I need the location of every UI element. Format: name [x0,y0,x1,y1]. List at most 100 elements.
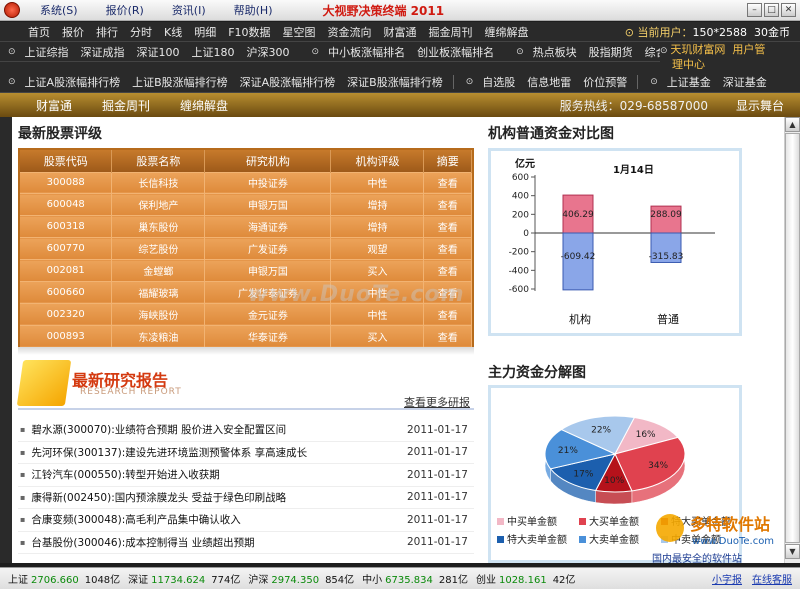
menu-help[interactable]: 帮助(H) [234,2,273,18]
nav-info-mine[interactable]: 信息地雷 [527,74,571,90]
list-item[interactable]: ▪ 合康变频(300048):高毛利产品集中确认收入 2011-01-17 [18,509,474,532]
scroll-up-icon[interactable]: ▲ [785,117,800,132]
legend-label: 特大卖单金额 [507,533,567,546]
link-user-center[interactable]: 用户管 [732,43,765,56]
stock-code[interactable]: 600660 [20,280,113,304]
nav-price-alert[interactable]: 价位预警 [583,74,627,90]
report-title[interactable]: 先河环保(300137):建设先进环境监测预警体系 享高速成长 [31,445,398,460]
tab-juejin[interactable]: 掘金周刊 [102,97,150,114]
stock-code[interactable]: 002320 [20,302,113,326]
bars: 406.29 -609.42 288.09 -315.83 [561,194,683,291]
report-title[interactable]: 碧水源(300070):业绩符合预期 股价进入安全配置区间 [31,422,398,437]
nav-hot-sectors[interactable]: 热点板块 [533,44,577,60]
nav-sh-fund[interactable]: 上证基金 [667,74,711,90]
table-row: 000893 东凌粮油 华泰证券 买入 查看 [20,324,472,348]
col-header-name: 股票名称 [111,150,206,172]
stock-name[interactable]: 金螳螂 [111,259,206,282]
nav-f10[interactable]: F10数据 [228,24,270,40]
view-link[interactable]: 查看 [423,324,472,348]
report-title[interactable]: 江铃汽车(000550):转型开始进入收获期 [31,467,398,482]
menu-bar: 系统(S) 报价(R) 资讯(I) 帮助(H) 大视野决策终端 2011 – □… [0,0,800,21]
radio-dot-icon: ⊙ [8,46,16,57]
stock-name[interactable]: 巢东股份 [111,215,206,238]
menu-system[interactable]: 系统(S) [40,2,78,18]
nav-shb-rank[interactable]: 上证B股涨幅排行榜 [132,74,228,90]
nav-sz-fund[interactable]: 深证基金 [723,74,767,90]
nav-caifutong[interactable]: 财富通 [384,24,417,40]
list-item[interactable]: ▪ 康得新(002450):国内预涂膜龙头 受益于绿色印刷战略 2011-01-17 [18,487,474,509]
view-link[interactable]: 查看 [423,193,472,216]
view-link[interactable]: 查看 [423,171,472,194]
stock-code[interactable]: 600318 [20,215,113,238]
nav-row-3: ⊙ 上证A股涨幅排行榜 上证B股涨幅排行榜 深证A股涨幅排行榜 深证B股涨幅排行… [0,71,800,93]
y-tick-label: -600 [509,285,530,295]
view-link[interactable]: 查看 [423,215,472,238]
nav-chanmian[interactable]: 缠绵解盘 [485,24,529,40]
nav-kline[interactable]: K线 [164,24,182,40]
bullet-icon: ▪ [20,492,26,502]
scroll-thumb[interactable] [785,133,800,543]
bullet-icon: ▪ [20,537,26,547]
nav-fundflow[interactable]: 资金流向 [328,24,372,40]
nav-sz-index[interactable]: 深证成指 [81,44,125,60]
tab-caifutong[interactable]: 财富通 [36,97,72,114]
nav-sha-rank[interactable]: 上证A股涨幅排行榜 [25,74,121,90]
list-item[interactable]: ▪ 台基股份(300046):成本控制得当 业绩超出预期 2011-01-17 [18,532,474,554]
nav-starmap[interactable]: 星空图 [283,24,316,40]
nav-sme-rank[interactable]: 中小板涨幅排名 [328,44,405,60]
nav-futures[interactable]: 股指期货 [589,44,633,60]
nav-hs300[interactable]: 沪深300 [247,44,290,60]
stock-code[interactable]: 000893 [20,324,113,348]
nav-juejin[interactable]: 掘金周刊 [429,24,473,40]
view-link[interactable]: 查看 [423,280,472,304]
tab-chanmian[interactable]: 缠绵解盘 [180,97,228,114]
stock-name[interactable]: 保利地产 [111,193,206,216]
stock-name[interactable]: 综艺股份 [111,237,206,260]
link-bulletin[interactable]: 小字报 [712,571,742,586]
report-date: 2011-01-17 [406,446,468,459]
nav-sz100[interactable]: 深证100 [137,44,180,60]
menu-quote[interactable]: 报价(R) [106,2,144,18]
report-title[interactable]: 康得新(002450):国内预涂膜龙头 受益于绿色印刷战略 [31,490,398,505]
nav-row-2: ⊙ 上证综指 深证成指 深证100 上证180 沪深300 ⊙ 中小板涨幅排名 … [0,42,689,62]
report-title[interactable]: 台基股份(300046):成本控制得当 业绩超出预期 [31,535,398,550]
stock-code[interactable]: 600048 [20,193,113,216]
maximize-icon[interactable]: □ [764,3,779,17]
nav-quote[interactable]: 报价 [62,24,84,40]
stock-code[interactable]: 300088 [20,171,113,194]
logo-url: www.DuoTe.com [692,536,774,547]
link-tianji[interactable]: 天玑财富网 [670,43,725,56]
report-title[interactable]: 合康变频(300048):高毛利产品集中确认收入 [31,512,398,527]
show-stage-button[interactable]: 显示舞台 [736,97,784,114]
stock-name[interactable]: 东凌粮油 [111,324,206,348]
stock-code[interactable]: 600770 [20,237,113,260]
nav-home[interactable]: 首页 [28,24,50,40]
nav-gem-rank[interactable]: 创业板涨幅排名 [417,44,494,60]
nav-sh-index[interactable]: 上证综指 [25,44,69,60]
minimize-icon[interactable]: – [747,3,762,17]
list-item[interactable]: ▪ 先河环保(300137):建设先进环境监测预警体系 享高速成长 2011-01-… [18,442,474,464]
menu-info[interactable]: 资讯(I) [172,2,206,18]
nav-sza-rank[interactable]: 深证A股涨幅排行榜 [240,74,336,90]
link-online-service[interactable]: 在线客服 [752,571,792,586]
view-link[interactable]: 查看 [423,259,472,282]
close-icon[interactable]: ✕ [781,3,796,17]
nav-szb-rank[interactable]: 深证B股涨幅排行榜 [347,74,443,90]
stock-name[interactable]: 福耀玻璃 [111,280,206,304]
list-item[interactable]: ▪ 碧水源(300070):业绩符合预期 股价进入安全配置区间 2011-01-17 [18,419,474,442]
stock-name[interactable]: 海峡股份 [111,302,206,326]
link-user-center-2[interactable]: 理中心 [672,58,705,71]
stock-name[interactable]: 长信科技 [111,171,206,194]
report-date: 2011-01-17 [406,536,468,549]
nav-sh180[interactable]: 上证180 [192,44,235,60]
nav-intraday[interactable]: 分时 [130,24,152,40]
rating-value: 买入 [330,259,425,282]
list-item[interactable]: ▪ 江铃汽车(000550):转型开始进入收获期 2011-01-17 [18,464,474,487]
view-link[interactable]: 查看 [423,302,472,326]
nav-detail[interactable]: 明细 [194,24,216,40]
stock-code[interactable]: 002081 [20,259,113,282]
nav-ranking[interactable]: 排行 [96,24,118,40]
nav-watchlist[interactable]: 自选股 [482,74,515,90]
vertical-scrollbar[interactable]: ▲ ▼ [784,117,800,563]
view-link[interactable]: 查看 [423,237,472,260]
